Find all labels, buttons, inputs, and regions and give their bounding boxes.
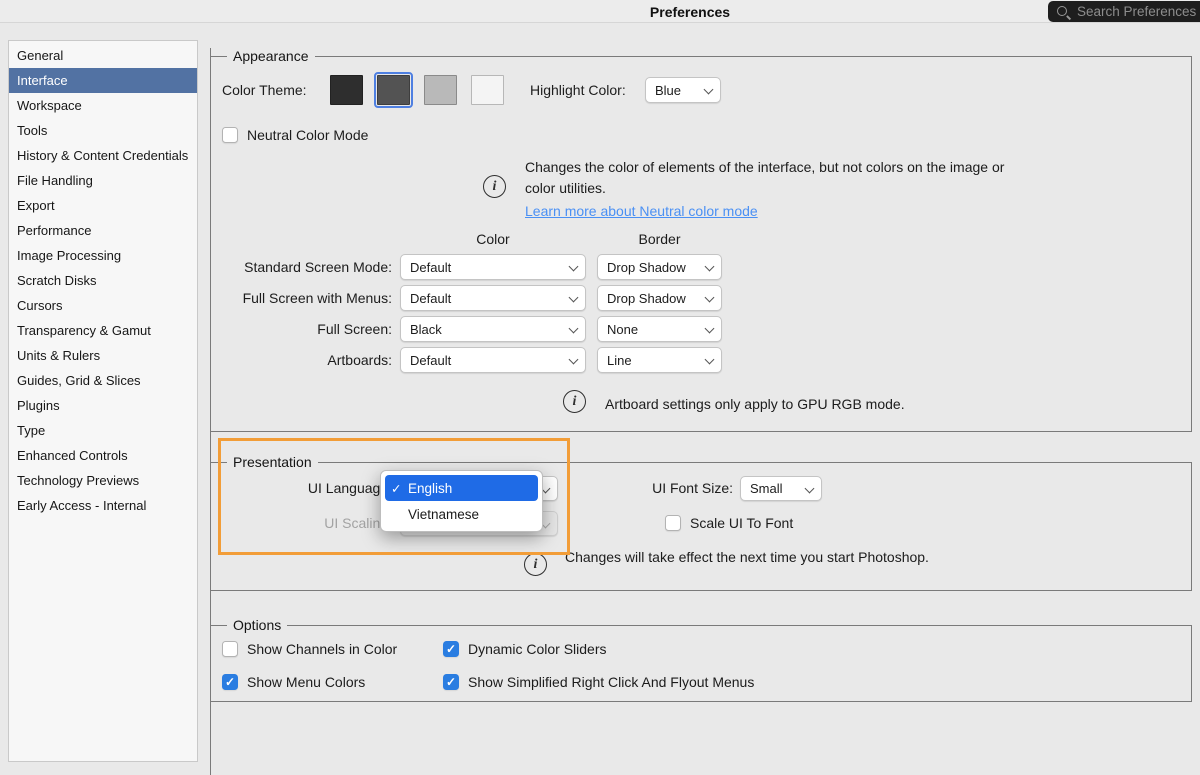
info-icon bbox=[483, 175, 506, 198]
menu-item-vietnamese[interactable]: Vietnamese bbox=[385, 501, 538, 527]
sidebar-item-type[interactable]: Type bbox=[9, 418, 197, 443]
sidebar-item-plugins[interactable]: Plugins bbox=[9, 393, 197, 418]
show-menu-colors-checkbox[interactable] bbox=[222, 674, 238, 690]
titlebar: Preferences bbox=[0, 0, 1200, 23]
artboards-border-select[interactable]: Line bbox=[597, 347, 722, 373]
ui-language-label: UI Language: bbox=[180, 480, 392, 496]
standard-screen-mode-color-value: Default bbox=[410, 260, 451, 275]
sidebar-item-transparency-gamut[interactable]: Transparency & Gamut bbox=[9, 318, 197, 343]
sidebar-item-early-access-internal[interactable]: Early Access - Internal bbox=[9, 493, 197, 518]
options-legend: Options bbox=[227, 617, 287, 633]
artboards-color-select[interactable]: Default bbox=[400, 347, 586, 373]
menu-item-english[interactable]: English bbox=[385, 475, 538, 501]
sidebar-item-cursors[interactable]: Cursors bbox=[9, 293, 197, 318]
search-input[interactable] bbox=[1075, 3, 1200, 20]
sidebar-item-units-rulers[interactable]: Units & Rulers bbox=[9, 343, 197, 368]
dynamic-color-sliders-checkbox[interactable] bbox=[443, 641, 459, 657]
preferences-sidebar: General Interface Workspace Tools Histor… bbox=[8, 40, 198, 762]
color-theme-swatch-darkest[interactable] bbox=[330, 75, 363, 105]
neutral-color-mode-checkbox[interactable] bbox=[222, 127, 238, 143]
sidebar-item-scratch-disks[interactable]: Scratch Disks bbox=[9, 268, 197, 293]
artboards-color-value: Default bbox=[410, 353, 451, 368]
show-channels-in-color-label: Show Channels in Color bbox=[247, 641, 397, 657]
info-icon bbox=[524, 553, 547, 576]
sidebar-item-image-processing[interactable]: Image Processing bbox=[9, 243, 197, 268]
menu-item-label: Vietnamese bbox=[408, 507, 479, 522]
standard-screen-mode-border-value: Drop Shadow bbox=[607, 260, 686, 275]
sidebar-item-file-handling[interactable]: File Handling bbox=[9, 168, 197, 193]
color-theme-label: Color Theme: bbox=[222, 82, 307, 98]
standard-screen-mode-label: Standard Screen Mode: bbox=[180, 259, 392, 275]
menu-item-label: English bbox=[408, 481, 452, 496]
full-screen-with-menus-color-value: Default bbox=[410, 291, 451, 306]
highlight-color-select[interactable]: Blue bbox=[645, 77, 721, 103]
sidebar-item-workspace[interactable]: Workspace bbox=[9, 93, 197, 118]
preferences-window: Preferences General Interface Workspace … bbox=[0, 0, 1200, 775]
ui-scaling-label: UI Scaling: bbox=[180, 515, 392, 531]
color-theme-swatch-lightest[interactable] bbox=[471, 75, 504, 105]
scale-ui-to-font-label: Scale UI To Font bbox=[690, 515, 793, 531]
highlight-color-label: Highlight Color: bbox=[530, 82, 626, 98]
show-simplified-right-click-checkbox[interactable] bbox=[443, 674, 459, 690]
window-title: Preferences bbox=[650, 4, 730, 20]
presentation-legend: Presentation bbox=[227, 454, 318, 470]
info-icon bbox=[563, 390, 586, 413]
search-box[interactable] bbox=[1048, 1, 1200, 22]
neutral-color-mode-label: Neutral Color Mode bbox=[247, 127, 368, 143]
ui-font-size-value: Small bbox=[750, 481, 783, 496]
sidebar-item-history-content-credentials[interactable]: History & Content Credentials bbox=[9, 143, 197, 168]
full-screen-color-value: Black bbox=[410, 322, 442, 337]
color-column-header: Color bbox=[400, 231, 586, 247]
sidebar-item-interface[interactable]: Interface bbox=[9, 68, 197, 93]
sidebar-item-export[interactable]: Export bbox=[9, 193, 197, 218]
search-icon bbox=[1056, 5, 1070, 19]
color-theme-swatch-light[interactable] bbox=[424, 75, 457, 105]
sidebar-item-technology-previews[interactable]: Technology Previews bbox=[9, 468, 197, 493]
full-screen-with-menus-label: Full Screen with Menus: bbox=[180, 290, 392, 306]
full-screen-with-menus-color-select[interactable]: Default bbox=[400, 285, 586, 311]
ui-language-menu: English Vietnamese bbox=[380, 470, 543, 532]
sidebar-item-general[interactable]: General bbox=[9, 43, 197, 68]
full-screen-label: Full Screen: bbox=[180, 321, 392, 337]
appearance-legend: Appearance bbox=[227, 48, 315, 64]
neutral-mode-learn-more-link[interactable]: Learn more about Neutral color mode bbox=[525, 203, 758, 219]
standard-screen-mode-color-select[interactable]: Default bbox=[400, 254, 586, 280]
artboards-border-value: Line bbox=[607, 353, 632, 368]
show-menu-colors-label: Show Menu Colors bbox=[247, 674, 365, 690]
ui-font-size-label: UI Font Size: bbox=[583, 480, 733, 496]
sidebar-item-performance[interactable]: Performance bbox=[9, 218, 197, 243]
dynamic-color-sliders-label: Dynamic Color Sliders bbox=[468, 641, 606, 657]
full-screen-color-select[interactable]: Black bbox=[400, 316, 586, 342]
show-simplified-right-click-label: Show Simplified Right Click And Flyout M… bbox=[468, 674, 754, 690]
neutral-mode-info-text: Changes the color of elements of the int… bbox=[525, 157, 1020, 199]
show-channels-in-color-checkbox[interactable] bbox=[222, 641, 238, 657]
artboards-label: Artboards: bbox=[180, 352, 392, 368]
border-column-header: Border bbox=[597, 231, 722, 247]
highlight-color-value: Blue bbox=[655, 83, 681, 98]
scale-ui-to-font-checkbox[interactable] bbox=[665, 515, 681, 531]
standard-screen-mode-border-select[interactable]: Drop Shadow bbox=[597, 254, 722, 280]
artboard-info-text: Artboard settings only apply to GPU RGB … bbox=[605, 394, 905, 415]
sidebar-item-enhanced-controls[interactable]: Enhanced Controls bbox=[9, 443, 197, 468]
sidebar-item-guides-grid-slices[interactable]: Guides, Grid & Slices bbox=[9, 368, 197, 393]
full-screen-border-select[interactable]: None bbox=[597, 316, 722, 342]
full-screen-with-menus-border-select[interactable]: Drop Shadow bbox=[597, 285, 722, 311]
ui-font-size-select[interactable]: Small bbox=[740, 476, 822, 501]
checkmark-icon bbox=[391, 481, 408, 496]
restart-info-text: Changes will take effect the next time y… bbox=[565, 547, 929, 568]
color-theme-swatch-dark-selected[interactable] bbox=[377, 75, 410, 105]
full-screen-with-menus-border-value: Drop Shadow bbox=[607, 291, 686, 306]
sidebar-item-tools[interactable]: Tools bbox=[9, 118, 197, 143]
full-screen-border-value: None bbox=[607, 322, 638, 337]
